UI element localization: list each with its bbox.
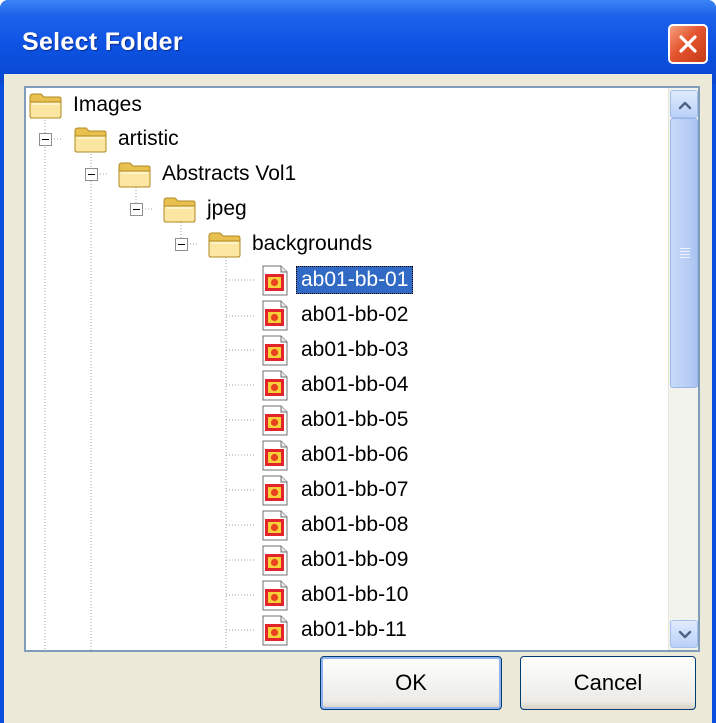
tree-folder-images[interactable]: Images	[28, 88, 147, 122]
tree-item-label: Abstracts Vol1	[162, 162, 297, 185]
scroll-thumb[interactable]	[670, 118, 698, 388]
cancel-button[interactable]: Cancel	[520, 656, 696, 710]
image-file-icon	[262, 370, 288, 401]
tree-file-item[interactable]: ab01-bb-09	[256, 543, 413, 577]
image-file-icon	[262, 545, 288, 576]
tree-file-item[interactable]: ab01-bb-01	[256, 263, 414, 297]
tree-item-label: ab01-bb-02	[301, 303, 409, 326]
image-file-icon	[262, 440, 288, 471]
scroll-up-button[interactable]	[670, 90, 698, 118]
collapse-toggle-abstracts-vol1[interactable]	[85, 168, 98, 181]
collapse-toggle-backgrounds[interactable]	[175, 238, 188, 251]
tree-item-label: backgrounds	[252, 232, 373, 255]
scroll-grip-line	[680, 254, 690, 255]
tree-item-label: ab01-bb-09	[301, 548, 409, 571]
folder-icon	[29, 93, 62, 119]
folder-icon	[208, 232, 241, 258]
tree-item-label: ab01-bb-10	[301, 583, 409, 606]
folder-icon	[163, 197, 196, 223]
image-file-icon	[262, 300, 288, 331]
tree-item-label: jpeg	[207, 197, 247, 220]
vertical-scrollbar[interactable]	[668, 88, 698, 650]
tree-file-item[interactable]: ab01-bb-05	[256, 403, 413, 437]
tree-file-item[interactable]: ab01-bb-04	[256, 368, 413, 402]
collapse-toggle-artistic[interactable]	[39, 133, 52, 146]
scroll-grip-line	[680, 251, 690, 252]
folder-icon	[74, 127, 107, 153]
scroll-grip-line	[680, 248, 690, 249]
dialog-body: Images artistic Abstracts Vol1 jpeg back…	[4, 74, 712, 723]
tree-item-label: ab01-bb-07	[301, 478, 409, 501]
close-button[interactable]	[668, 24, 708, 64]
tree-item-label: ab01-bb-03	[301, 338, 409, 361]
tree-file-item[interactable]: ab01-bb-11	[256, 613, 412, 647]
image-file-icon	[262, 405, 288, 436]
tree-file-item[interactable]: ab01-bb-07	[256, 473, 413, 507]
image-file-icon	[262, 335, 288, 366]
tree-folder-jpeg[interactable]: jpeg	[162, 192, 252, 226]
close-icon	[679, 35, 697, 53]
tree-item-label: ab01-bb-08	[301, 513, 409, 536]
tree-item-label: ab01-bb-01	[296, 266, 414, 294]
image-file-icon	[262, 615, 288, 646]
tree-file-item[interactable]: ab01-bb-03	[256, 333, 413, 367]
tree-file-item[interactable]: ab01-bb-08	[256, 508, 413, 542]
tree-file-item[interactable]: ab01-bb-02	[256, 298, 413, 332]
window-title: Select Folder	[22, 28, 183, 56]
collapse-toggle-jpeg[interactable]	[130, 203, 143, 216]
image-file-icon	[262, 510, 288, 541]
tree-item-label: ab01-bb-11	[301, 618, 407, 641]
tree-item-label: ab01-bb-04	[301, 373, 409, 396]
tree-file-item[interactable]: ab01-bb-06	[256, 438, 413, 472]
title-bar[interactable]: Select Folder	[0, 0, 716, 84]
tree-file-item[interactable]: ab01-bb-10	[256, 578, 413, 612]
image-file-icon	[262, 580, 288, 611]
ok-button[interactable]: OK	[320, 656, 502, 710]
image-file-icon	[262, 475, 288, 506]
tree-folder-abstracts-vol1[interactable]: Abstracts Vol1	[117, 157, 301, 191]
tree-item-label: artistic	[118, 127, 179, 150]
image-file-icon	[262, 265, 288, 296]
select-folder-dialog: Select Folder Images artistic Abstracts …	[0, 0, 716, 723]
folder-tree[interactable]: Images artistic Abstracts Vol1 jpeg back…	[24, 86, 700, 652]
scroll-down-button[interactable]	[670, 620, 698, 648]
folder-icon	[118, 162, 151, 188]
tree-folder-artistic[interactable]: artistic	[73, 122, 184, 156]
tree-item-label: ab01-bb-05	[301, 408, 409, 431]
tree-folder-backgrounds[interactable]: backgrounds	[207, 227, 377, 261]
tree-item-label: Images	[73, 93, 142, 116]
chevron-down-icon	[678, 630, 692, 639]
chevron-up-icon	[678, 101, 692, 110]
scroll-grip-line	[680, 257, 690, 258]
tree-item-label: ab01-bb-06	[301, 443, 409, 466]
